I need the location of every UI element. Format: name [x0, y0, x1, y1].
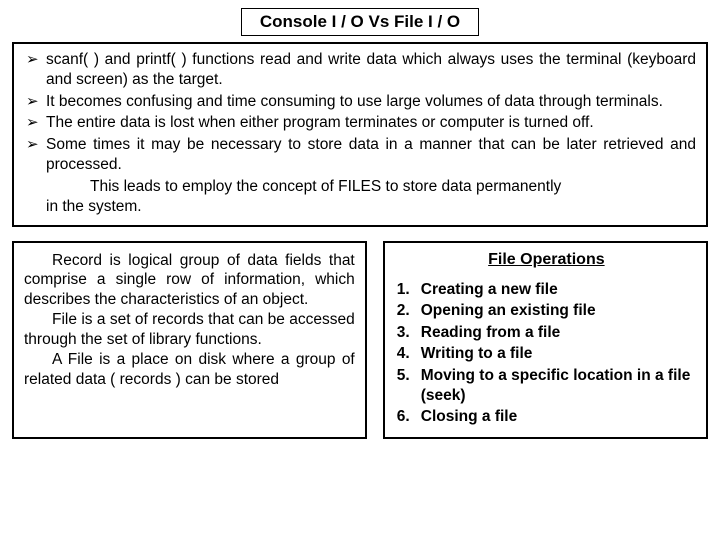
operations-title: File Operations [397, 249, 696, 270]
item-number: 4. [397, 344, 421, 364]
item-text: Closing a file [421, 407, 517, 427]
item-number: 2. [397, 301, 421, 321]
operation-item: 2.Opening an existing file [397, 301, 696, 321]
definition-record: Record is logical group of data fields t… [24, 251, 355, 310]
operation-item: 3.Reading from a file [397, 323, 696, 343]
definition-file-1: File is a set of records that can be acc… [24, 310, 355, 350]
bullet-list: scanf( ) and printf( ) functions read an… [24, 50, 696, 175]
title-container: Console I / O Vs File I / O [12, 8, 708, 36]
operation-item: 5.Moving to a specific location in a fil… [397, 366, 696, 407]
item-number: 5. [397, 366, 421, 386]
bullet-item: Some times it may be necessary to store … [24, 135, 696, 175]
file-operations-box: File Operations 1.Creating a new file 2.… [383, 241, 708, 439]
item-text: Opening an existing file [421, 301, 596, 321]
operation-item: 6.Closing a file [397, 407, 696, 427]
bottom-row: Record is logical group of data fields t… [12, 241, 708, 439]
definitions-box: Record is logical group of data fields t… [12, 241, 367, 439]
comparison-box: scanf( ) and printf( ) functions read an… [12, 42, 708, 227]
item-text: Creating a new file [421, 280, 558, 300]
item-number: 3. [397, 323, 421, 343]
item-text: Moving to a specific location in a file … [421, 366, 696, 407]
page-title: Console I / O Vs File I / O [241, 8, 479, 36]
operations-list: 1.Creating a new file 2.Opening an exist… [397, 280, 696, 428]
operation-item: 4.Writing to a file [397, 344, 696, 364]
followup-line: This leads to employ the concept of FILE… [24, 177, 696, 197]
item-text: Reading from a file [421, 323, 561, 343]
item-text: Writing to a file [421, 344, 533, 364]
bullet-item: scanf( ) and printf( ) functions read an… [24, 50, 696, 90]
followup-line: in the system. [24, 197, 696, 217]
operation-item: 1.Creating a new file [397, 280, 696, 300]
bullet-item: It becomes confusing and time consuming … [24, 92, 696, 112]
item-number: 6. [397, 407, 421, 427]
item-number: 1. [397, 280, 421, 300]
bullet-item: The entire data is lost when either prog… [24, 113, 696, 133]
definition-file-2: A File is a place on disk where a group … [24, 350, 355, 390]
